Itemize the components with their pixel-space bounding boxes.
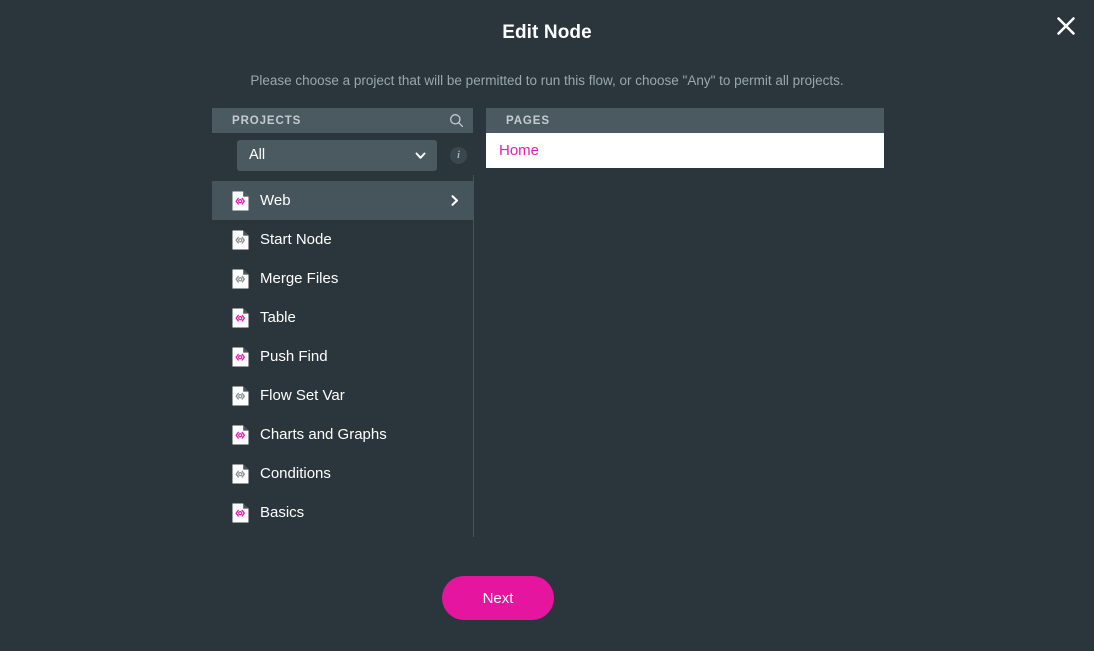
file-code-icon — [232, 308, 249, 328]
projects-panel: PROJECTS All i Web Start Node Merge File… — [212, 108, 473, 532]
file-code-icon — [232, 347, 249, 367]
edit-node-dialog: Edit Node Please choose a project that w… — [0, 0, 1094, 651]
project-list-item[interactable]: Flow Set Var — [212, 376, 473, 415]
project-list-item[interactable]: Basics — [212, 493, 473, 532]
file-code-icon — [232, 464, 249, 484]
project-item-label: Flow Set Var — [260, 387, 345, 404]
chevron-right-icon — [447, 194, 461, 208]
file-code-icon — [232, 269, 249, 289]
project-list-item[interactable]: Push Find — [212, 337, 473, 376]
dialog-subtitle: Please choose a project that will be per… — [250, 73, 844, 88]
project-item-label: Web — [260, 192, 291, 209]
file-code-icon — [232, 503, 249, 523]
project-filter-row: All i — [212, 133, 473, 177]
page-list-item[interactable]: Home — [486, 133, 884, 168]
panels-container: PROJECTS All i Web Start Node Merge File… — [212, 108, 884, 538]
pages-header-label: PAGES — [506, 114, 550, 127]
file-code-icon — [232, 386, 249, 406]
next-button[interactable]: Next — [442, 576, 554, 620]
file-code-icon — [232, 425, 249, 445]
project-list-item[interactable]: Start Node — [212, 220, 473, 259]
file-code-icon — [232, 191, 249, 211]
search-icon[interactable] — [447, 112, 465, 130]
info-icon[interactable]: i — [450, 146, 467, 164]
project-list-item[interactable]: Web — [212, 181, 473, 220]
project-filter-value: All — [249, 147, 266, 163]
file-code-icon — [232, 230, 249, 250]
pages-panel: PAGES Home — [486, 108, 884, 168]
project-item-label: Push Find — [260, 348, 328, 365]
project-item-label: Table — [260, 309, 296, 326]
project-item-label: Basics — [260, 504, 305, 521]
project-list: Web Start Node Merge Files Table Push Find Fl… — [212, 177, 473, 532]
project-item-label: Conditions — [260, 465, 331, 482]
project-list-item[interactable]: Merge Files — [212, 259, 473, 298]
pages-panel-header: PAGES — [486, 108, 884, 133]
projects-panel-header: PROJECTS — [212, 108, 473, 133]
project-list-item[interactable]: Charts and Graphs — [212, 415, 473, 454]
chevron-down-icon — [413, 148, 427, 162]
project-item-label: Start Node — [260, 231, 332, 248]
project-list-item[interactable]: Conditions — [212, 454, 473, 493]
project-item-label: Charts and Graphs — [260, 426, 387, 443]
pages-list: Home — [486, 133, 884, 168]
project-list-item[interactable]: Table — [212, 298, 473, 337]
dialog-title: Edit Node — [502, 22, 592, 43]
project-item-label: Merge Files — [260, 270, 339, 287]
project-filter-dropdown[interactable]: All — [237, 139, 437, 171]
projects-header-label: PROJECTS — [232, 114, 302, 127]
panel-divider — [473, 175, 474, 537]
